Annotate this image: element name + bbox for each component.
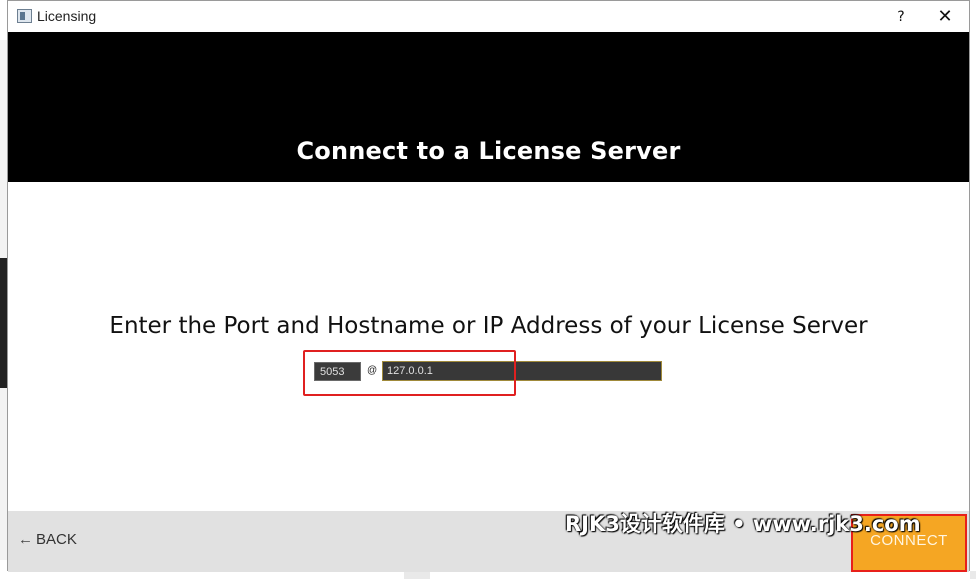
close-icon: ✕ xyxy=(937,6,953,27)
instruction-text: Enter the Port and Hostname or IP Addres… xyxy=(109,313,868,339)
title-bar: Licensing ? ✕ xyxy=(8,1,969,32)
close-button[interactable]: ✕ xyxy=(922,1,968,32)
window-title: Licensing xyxy=(37,8,97,24)
back-button-label: BACK xyxy=(36,531,77,548)
back-arrow-icon: ← xyxy=(18,531,33,548)
port-input[interactable] xyxy=(314,362,361,381)
watermark-text: RJK3设计软件库 • www.rjk3.com xyxy=(565,512,921,536)
port-host-separator: @ xyxy=(367,365,378,376)
help-button[interactable]: ? xyxy=(878,1,924,32)
background-app-bottom xyxy=(0,571,976,579)
header-title: Connect to a License Server xyxy=(296,137,681,165)
hostname-input[interactable] xyxy=(382,361,662,381)
licensing-dialog: Licensing ? ✕ Connect to a License Serve… xyxy=(7,0,970,572)
back-button[interactable]: ← BACK xyxy=(18,531,77,548)
header-banner: Connect to a License Server xyxy=(8,32,969,182)
app-window-icon xyxy=(17,9,32,23)
